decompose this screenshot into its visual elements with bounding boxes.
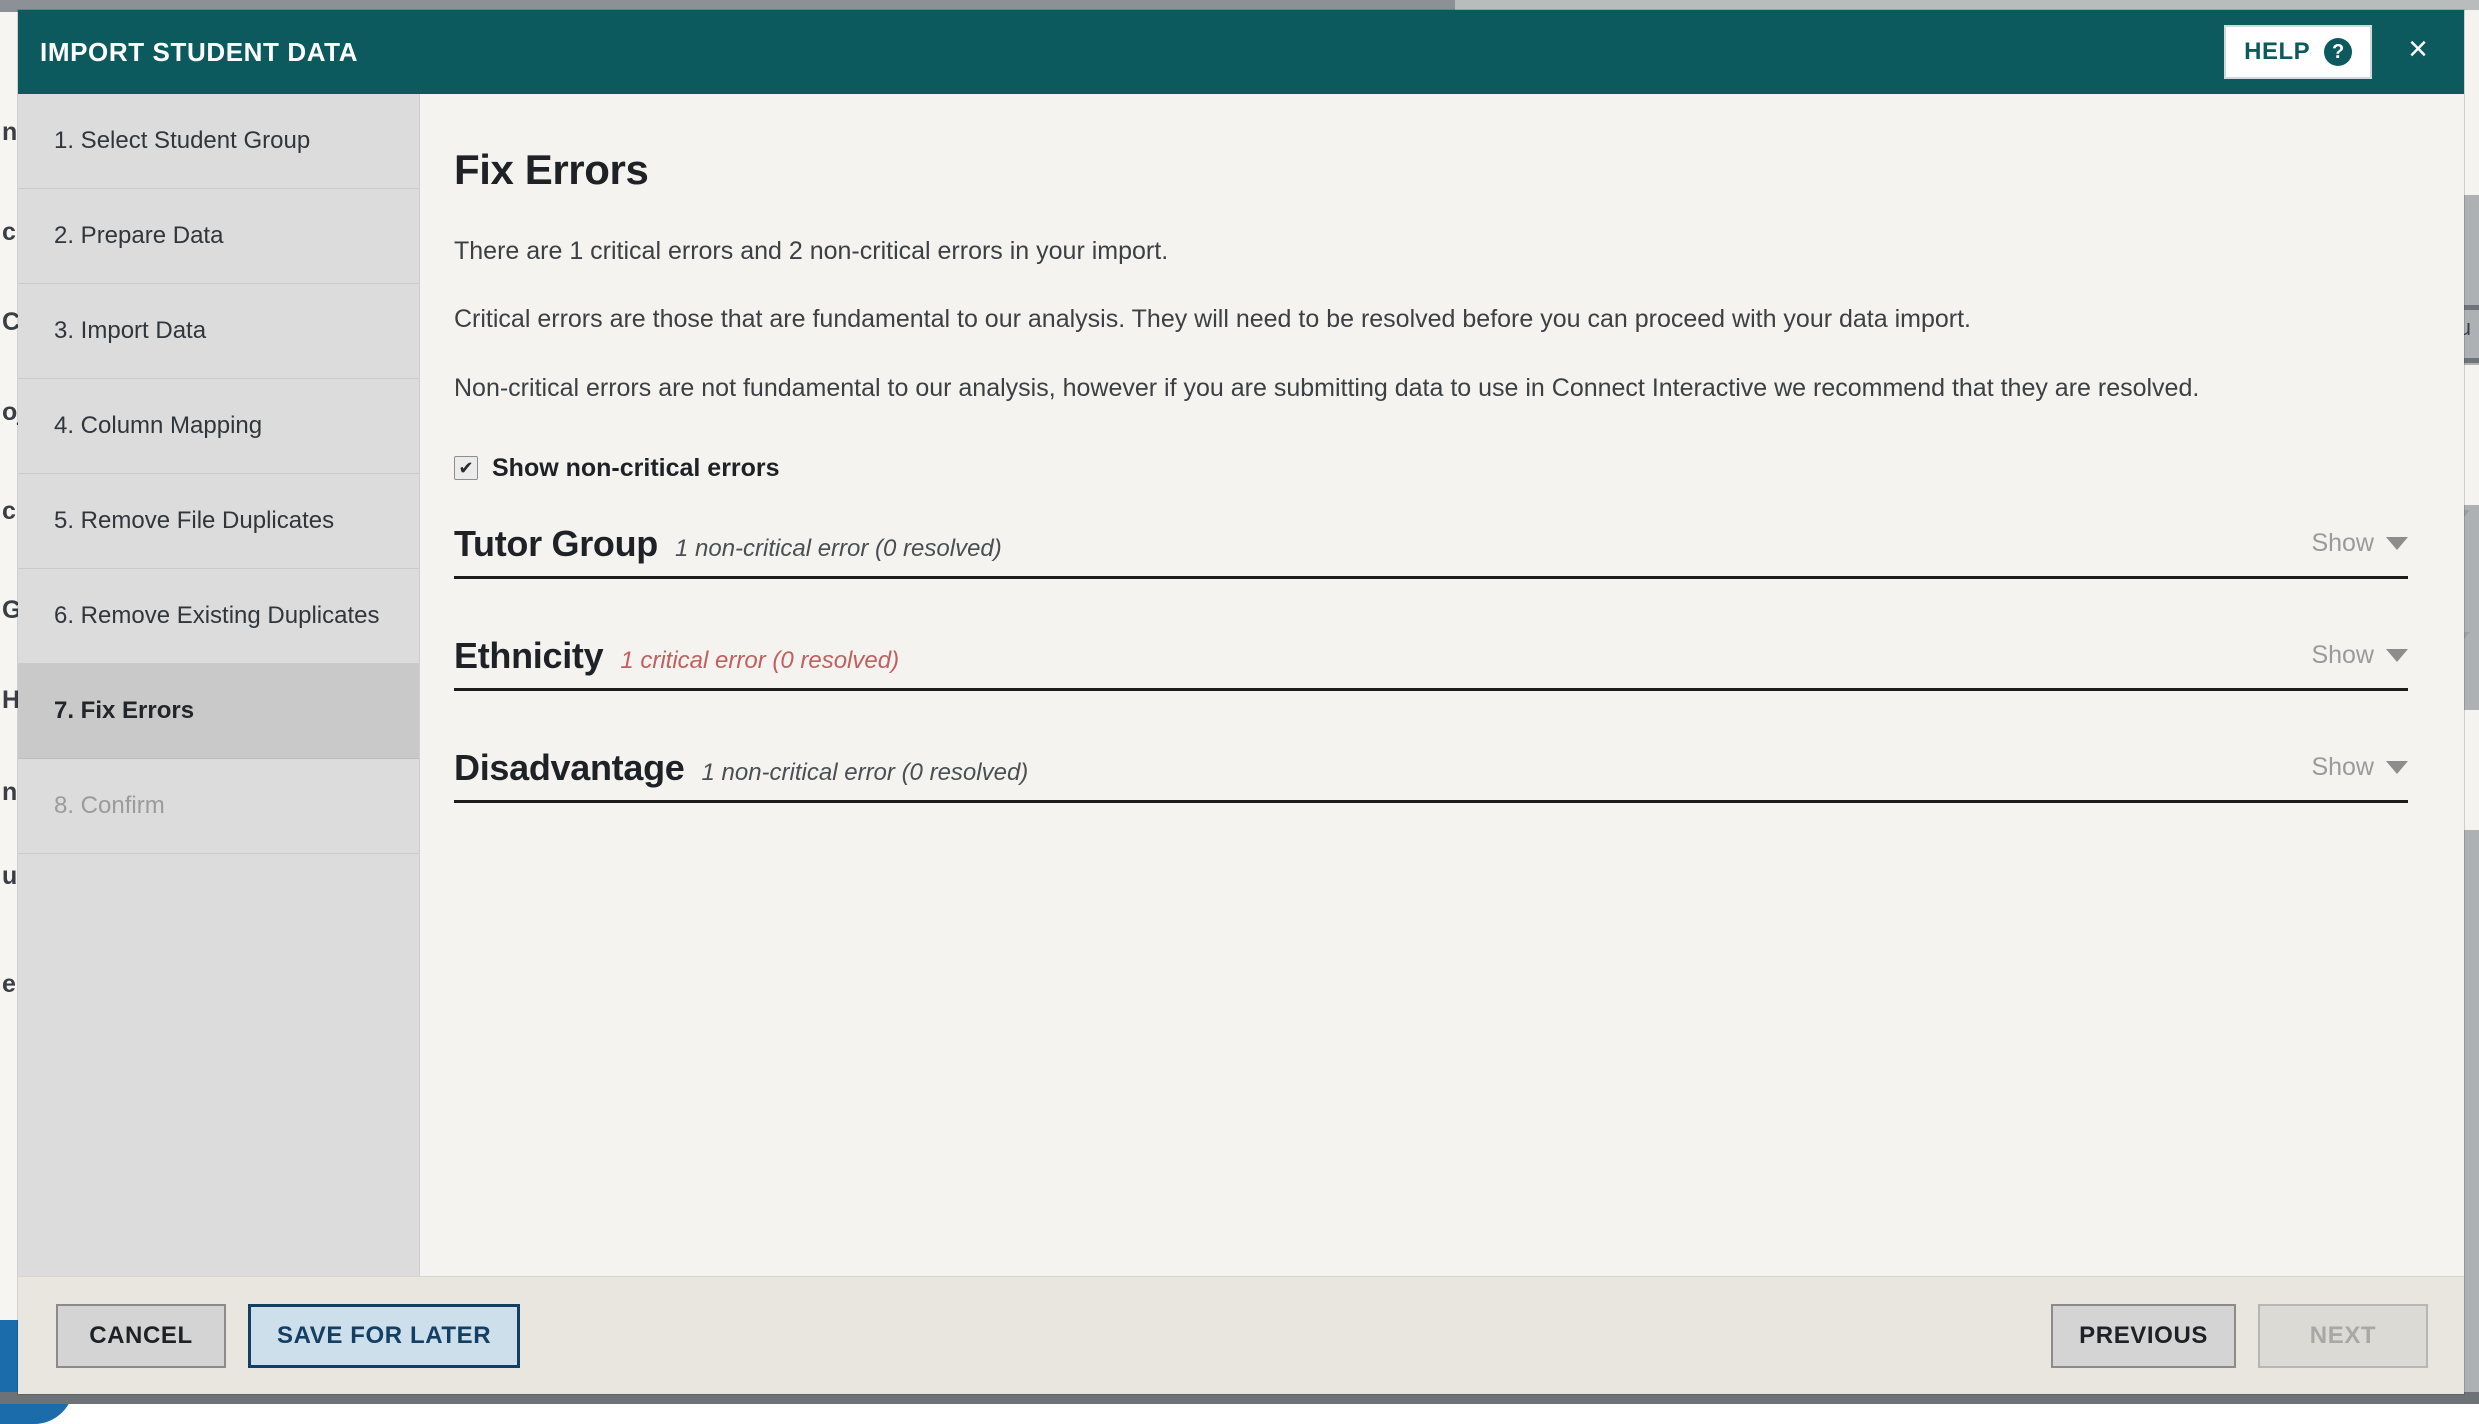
error-section-show-toggle[interactable]: Show	[2311, 641, 2408, 670]
wizard-step-sidebar: 1. Select Student Group 2. Prepare Data …	[18, 94, 420, 1276]
sidebar-item-prepare-data[interactable]: 2. Prepare Data	[18, 189, 419, 284]
show-toggle-label: Show	[2311, 641, 2374, 670]
sidebar-item-label: 7. Fix Errors	[54, 697, 194, 725]
modal-body: 1. Select Student Group 2. Prepare Data …	[18, 94, 2464, 1276]
sidebar-item-label: 6. Remove Existing Duplicates	[54, 602, 379, 630]
error-section-meta: 1 non-critical error (0 resolved)	[702, 759, 1029, 787]
error-section-tutor-group: Tutor Group 1 non-critical error (0 reso…	[454, 523, 2408, 579]
previous-button[interactable]: PREVIOUS	[2051, 1304, 2236, 1368]
sidebar-item-label: 8. Confirm	[54, 792, 165, 820]
modal-title: IMPORT STUDENT DATA	[40, 37, 358, 68]
next-button: NEXT	[2258, 1304, 2428, 1368]
page-title: Fix Errors	[454, 146, 2408, 194]
error-section-disadvantage: Disadvantage 1 non-critical error (0 res…	[454, 747, 2408, 803]
header-actions: HELP ? ×	[2224, 25, 2442, 79]
sidebar-item-label: 4. Column Mapping	[54, 412, 262, 440]
help-button-label: HELP	[2244, 38, 2310, 66]
error-section-title: Disadvantage	[454, 747, 685, 789]
sidebar-item-remove-existing-duplicates[interactable]: 6. Remove Existing Duplicates	[18, 569, 419, 664]
chevron-down-icon	[2386, 761, 2408, 774]
import-student-data-modal: IMPORT STUDENT DATA HELP ? × 1. Select S…	[18, 10, 2464, 1394]
error-section-title: Ethnicity	[454, 635, 603, 677]
show-toggle-label: Show	[2311, 753, 2374, 782]
close-icon[interactable]: ×	[2394, 28, 2442, 76]
show-non-critical-errors-checkbox-row[interactable]: ✔ Show non-critical errors	[454, 454, 2408, 483]
error-section-meta: 1 critical error (0 resolved)	[620, 647, 899, 675]
sidebar-item-label: 3. Import Data	[54, 317, 206, 345]
sidebar-item-label: 2. Prepare Data	[54, 222, 223, 250]
main-content: Fix Errors There are 1 critical errors a…	[420, 94, 2464, 1276]
sidebar-item-confirm: 8. Confirm	[18, 759, 419, 854]
help-button[interactable]: HELP ?	[2224, 25, 2372, 79]
error-section-show-toggle[interactable]: Show	[2311, 753, 2408, 782]
checkbox-icon[interactable]: ✔	[454, 456, 478, 480]
sidebar-item-label: 5. Remove File Duplicates	[54, 507, 334, 535]
intro-paragraph-noncritical: Non-critical errors are not fundamental …	[454, 373, 2408, 404]
sidebar-item-column-mapping[interactable]: 4. Column Mapping	[18, 379, 419, 474]
sidebar-item-import-data[interactable]: 3. Import Data	[18, 284, 419, 379]
intro-paragraph-counts: There are 1 critical errors and 2 non-cr…	[454, 236, 2408, 267]
save-for-later-button[interactable]: SAVE FOR LATER	[248, 1304, 520, 1368]
modal-header: IMPORT STUDENT DATA HELP ? ×	[18, 10, 2464, 94]
background-top-bar-right	[1455, 0, 2479, 10]
error-section-meta: 1 non-critical error (0 resolved)	[675, 535, 1002, 563]
cancel-button[interactable]: CANCEL	[56, 1304, 226, 1368]
error-section-show-toggle[interactable]: Show	[2311, 529, 2408, 558]
modal-footer: CANCEL SAVE FOR LATER PREVIOUS NEXT	[18, 1276, 2464, 1394]
error-section-title: Tutor Group	[454, 523, 658, 565]
intro-paragraph-critical: Critical errors are those that are funda…	[454, 304, 2408, 335]
chevron-down-icon	[2386, 649, 2408, 662]
sidebar-item-fix-errors[interactable]: 7. Fix Errors	[18, 664, 419, 759]
sidebar-item-select-student-group[interactable]: 1. Select Student Group	[18, 94, 419, 189]
sidebar-item-remove-file-duplicates[interactable]: 5. Remove File Duplicates	[18, 474, 419, 569]
chevron-down-icon	[2386, 537, 2408, 550]
question-mark-circle-icon: ?	[2324, 38, 2352, 66]
show-non-critical-errors-label: Show non-critical errors	[492, 454, 780, 483]
sidebar-item-label: 1. Select Student Group	[54, 127, 310, 155]
show-toggle-label: Show	[2311, 529, 2374, 558]
error-section-ethnicity: Ethnicity 1 critical error (0 resolved) …	[454, 635, 2408, 691]
